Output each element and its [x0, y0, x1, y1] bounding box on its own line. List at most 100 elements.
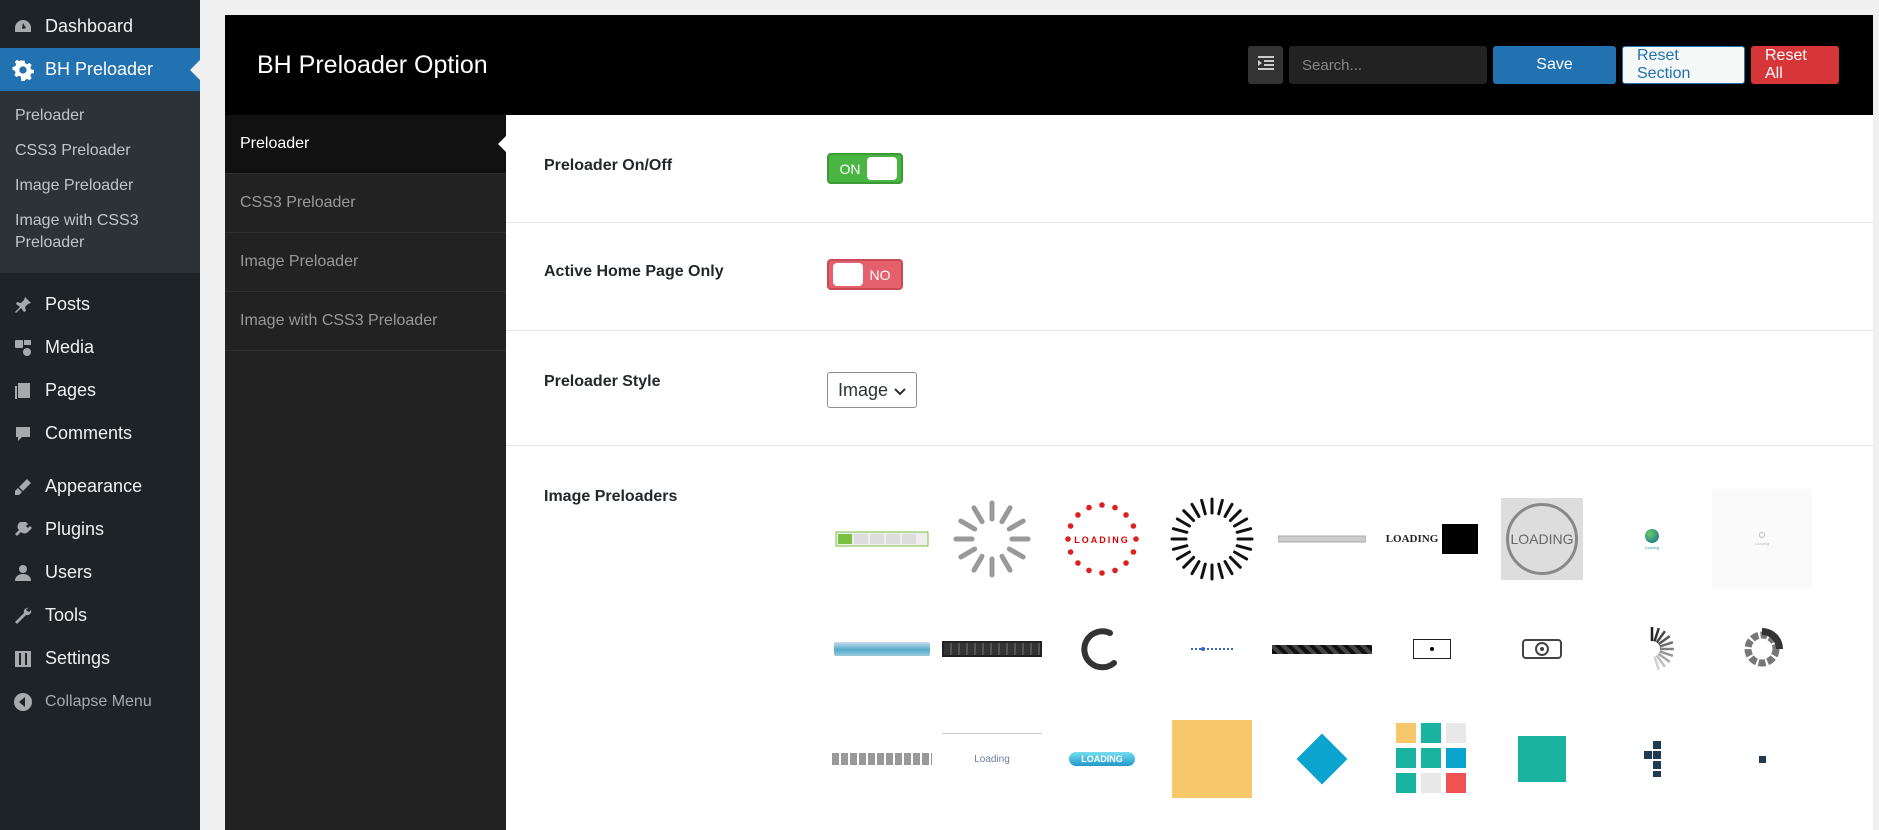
save-button[interactable]: Save — [1493, 46, 1616, 84]
sidebar-item-tools[interactable]: Tools — [0, 594, 200, 637]
preloader-option-grey-blocks[interactable] — [827, 704, 937, 814]
preloader-option-tiny-square[interactable] — [1707, 704, 1817, 814]
select-value: Image — [838, 379, 889, 400]
comment-icon — [12, 423, 34, 445]
plug-icon — [12, 519, 34, 541]
tick — [1228, 555, 1242, 569]
preloader-option-blue-gradient-bar[interactable] — [827, 594, 937, 704]
dot — [1430, 647, 1434, 651]
loading-text: LOADING — [1074, 535, 1130, 545]
globe-icon — [1645, 528, 1659, 543]
grid-tile — [1396, 748, 1416, 768]
preloader-option-loading-pill[interactable]: LOADING — [1047, 704, 1157, 814]
dashboard-icon — [12, 16, 34, 38]
grid-tile — [1396, 723, 1416, 743]
preloader-option-boxed-dot[interactable] — [1377, 594, 1487, 704]
sidebar-item-label: Users — [45, 562, 93, 582]
sidebar-item-label: Collapse Menu — [45, 692, 152, 710]
preloader-option-black-stripe-bar[interactable] — [1267, 594, 1377, 704]
sidebar-item-settings[interactable]: Settings — [0, 637, 200, 680]
preloader-option-yellow-square[interactable] — [1157, 704, 1267, 814]
globe-wrap: Loading — [1644, 528, 1660, 550]
preloader-option-striped-thin-bar[interactable] — [1267, 484, 1377, 594]
sidebar-item-label: Appearance — [45, 476, 143, 496]
preloader-option-loading-circle[interactable]: LOADING — [1487, 484, 1597, 594]
preloader-option-green-bar[interactable] — [827, 484, 937, 594]
preloader-option-dark-segment-bar[interactable] — [937, 594, 1047, 704]
spinner-rays — [953, 500, 1031, 578]
tick — [1235, 527, 1253, 534]
tab-preloader[interactable]: Preloader — [225, 115, 506, 174]
preloader-option-globe[interactable]: Loading — [1597, 484, 1707, 594]
reset-section-button[interactable]: Reset Section — [1622, 46, 1745, 84]
submenu-item-css3-preloader[interactable]: CSS3 Preloader — [0, 134, 200, 169]
reset-all-button[interactable]: Reset All — [1751, 46, 1839, 84]
sidebar-item-media[interactable]: Media — [0, 326, 200, 369]
preloader-option-color-grid[interactable] — [1377, 704, 1487, 814]
preloader-style-select[interactable]: Image — [827, 372, 917, 408]
preloader-option-faint-spinner[interactable]: Loading — [1707, 484, 1817, 594]
submenu-item-preloader[interactable]: Preloader — [0, 99, 200, 134]
sidebar-item-bh-preloader[interactable]: BH Preloader — [0, 48, 200, 91]
homepage-only-toggle[interactable]: NO — [827, 259, 903, 290]
collapse-menu-button[interactable]: Collapse Menu — [0, 680, 200, 723]
sidebar-item-posts[interactable]: Posts — [0, 283, 200, 326]
tick — [1175, 550, 1191, 561]
preloader-option-grey-spinner[interactable] — [937, 484, 1047, 594]
grid-tile — [1446, 773, 1466, 793]
submenu-item-image-css3-preloader[interactable]: Image with CSS3 Preloader — [0, 204, 160, 261]
preloader-onoff-toggle[interactable]: ON — [827, 153, 903, 184]
preloader-option-tail-spinner[interactable] — [1597, 594, 1707, 704]
grid-tile — [1421, 748, 1441, 768]
preloader-option-red-dots[interactable]: LOADING — [1047, 484, 1157, 594]
sidebar-item-comments[interactable]: Comments — [0, 412, 200, 455]
loading-text: LOADING — [1081, 754, 1123, 764]
loading-text: Loading — [1644, 544, 1660, 550]
spinner-ray — [971, 505, 985, 525]
homepage-label: Active Home Page Only — [544, 263, 724, 280]
preloader-option-black-ticks[interactable] — [1157, 484, 1267, 594]
sidebar-item-pages[interactable]: Pages — [0, 369, 200, 412]
tick — [1200, 562, 1207, 580]
preloader-option-blue-diamond[interactable] — [1267, 704, 1377, 814]
loading-text: Loading — [1754, 541, 1770, 546]
onoff-label: Preloader On/Off — [544, 157, 673, 174]
red-dot — [1133, 536, 1139, 542]
images-label: Image Preloaders — [544, 488, 678, 505]
loading-text: Loading — [974, 754, 1010, 765]
section-tabs: Preloader CSS3 Preloader Image Preloader… — [225, 115, 506, 830]
tab-css3-preloader[interactable]: CSS3 Preloader — [225, 174, 506, 233]
spinner-ray — [999, 505, 1013, 525]
sidebar-item-users[interactable]: Users — [0, 551, 200, 594]
red-dot — [1112, 504, 1118, 511]
search-input[interactable] — [1289, 46, 1487, 84]
tick — [1171, 544, 1189, 551]
sidebar-item-dashboard[interactable]: Dashboard — [0, 5, 200, 48]
user-icon — [12, 562, 34, 584]
tab-image-preloader[interactable]: Image Preloader — [225, 233, 506, 292]
option-row-images: Image Preloaders LOADING LOADING LOADING… — [506, 446, 1873, 814]
preloader-option-loading-text-thin[interactable]: Loading — [937, 704, 1047, 814]
sidebar-item-plugins[interactable]: Plugins — [0, 508, 200, 551]
preloader-option-loading-black-box[interactable]: LOADING — [1377, 484, 1487, 594]
preloader-option-teal-square[interactable] — [1487, 704, 1597, 814]
tab-image-css3-preloader[interactable]: Image with CSS3 Preloader — [225, 292, 506, 351]
preloader-option-target-box[interactable] — [1487, 594, 1597, 704]
preloader-option-arc-spinner[interactable] — [1047, 594, 1157, 704]
sidebar-item-appearance[interactable]: Appearance — [0, 465, 200, 508]
spinner-ray — [958, 546, 978, 560]
submenu-item-image-preloader[interactable]: Image Preloader — [0, 169, 200, 204]
preloader-option-navy-tetromino[interactable] — [1597, 704, 1707, 814]
spinner-ray — [958, 518, 978, 532]
preloader-option-segment-ring[interactable] — [1707, 594, 1817, 704]
loading-circle-bg: LOADING — [1501, 498, 1583, 580]
tick — [1223, 560, 1234, 576]
gradient-bar — [834, 642, 930, 656]
small-spinner-icon — [1759, 532, 1765, 538]
expand-options-button[interactable] — [1248, 46, 1283, 84]
grid-tile — [1421, 723, 1441, 743]
spinner-ray — [999, 553, 1013, 573]
preloader-option-dot-line[interactable] — [1157, 594, 1267, 704]
segment-bar — [942, 641, 1042, 657]
grid-tile — [1396, 773, 1416, 793]
